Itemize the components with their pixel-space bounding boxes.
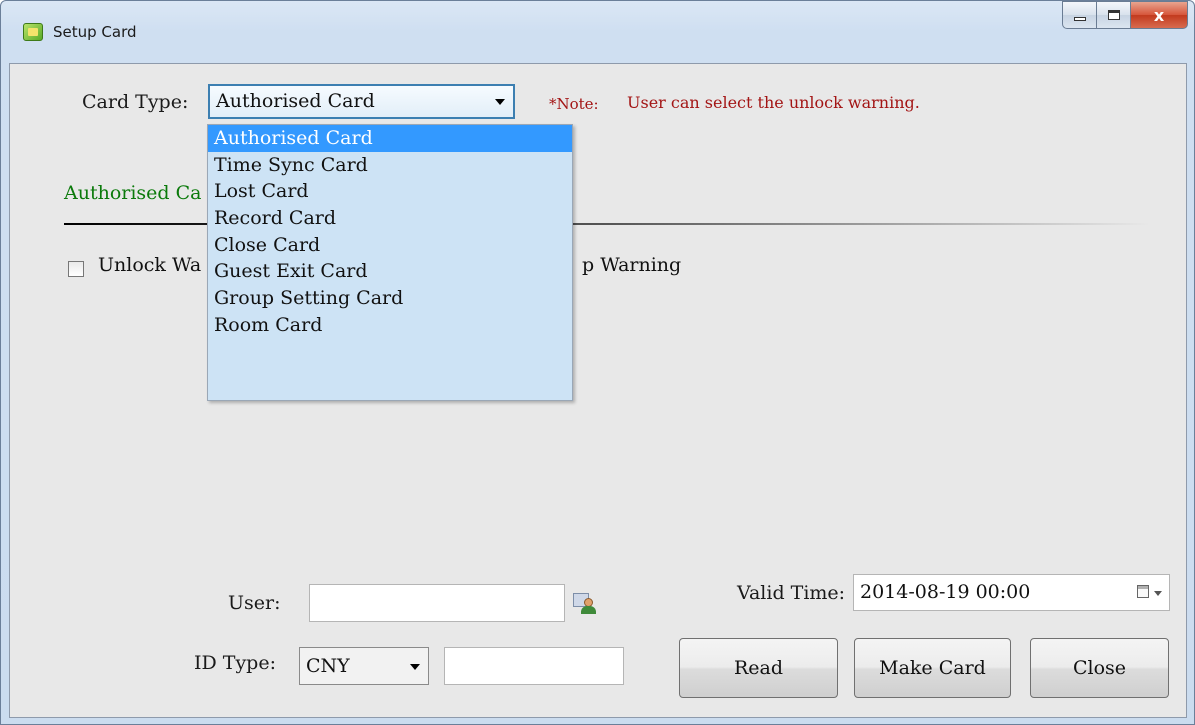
dropdown-option[interactable]: Close Card [208, 232, 572, 259]
minimize-icon [1073, 17, 1086, 21]
user-label: User: [228, 592, 281, 614]
close-button[interactable]: Close [1030, 638, 1169, 698]
valid-time-picker[interactable]: 2014-08-19 00:00 [853, 574, 1170, 611]
close-window-button[interactable]: x [1130, 1, 1188, 29]
note-label: *Note: [549, 95, 599, 113]
chevron-down-icon [410, 664, 420, 670]
id-type-select[interactable]: CNY [299, 647, 429, 685]
chevron-down-icon [495, 99, 505, 105]
card-type-label: Card Type: [82, 91, 189, 113]
section-title: Authorised Ca [64, 182, 202, 204]
maximize-button[interactable] [1096, 1, 1130, 29]
title-bar[interactable]: Setup Card x [1, 1, 1194, 63]
dropdown-option[interactable]: Time Sync Card [208, 152, 572, 179]
card-type-select[interactable]: Authorised Card [208, 84, 515, 119]
chevron-down-icon [1154, 591, 1162, 596]
valid-time-label: Valid Time: [737, 582, 846, 604]
dropdown-option[interactable]: Record Card [208, 205, 572, 232]
make-card-button[interactable]: Make Card [854, 638, 1011, 698]
card-type-selected-value: Authorised Card [216, 90, 375, 112]
dialog-client-area: Card Type: Authorised Card *Note: User c… [9, 63, 1187, 718]
id-number-input[interactable] [444, 647, 624, 685]
unlock-warning-label: Unlock Wa [98, 254, 202, 276]
dropdown-option[interactable]: Room Card [208, 312, 572, 339]
setup-card-window: Setup Card x Card Type: Authorised Card … [0, 0, 1195, 725]
dropdown-option[interactable]: Group Setting Card [208, 285, 572, 312]
maximize-icon [1107, 10, 1120, 20]
dropdown-option[interactable]: Lost Card [208, 178, 572, 205]
close-icon: x [1153, 5, 1165, 25]
unlock-warning-checkbox[interactable] [68, 261, 84, 277]
user-card-icon[interactable] [573, 591, 597, 615]
minimize-button[interactable] [1062, 1, 1096, 29]
card-type-dropdown-list[interactable]: Authorised Card Time Sync Card Lost Card… [207, 124, 573, 401]
dropdown-option[interactable]: Authorised Card [208, 125, 572, 152]
user-input[interactable] [309, 584, 565, 622]
calendar-icon [1137, 585, 1149, 598]
window-controls: x [1062, 1, 1188, 31]
app-icon [23, 23, 43, 41]
dropdown-option[interactable]: Guest Exit Card [208, 258, 572, 285]
id-type-selected-value: CNY [306, 655, 350, 677]
id-type-label: ID Type: [194, 652, 276, 674]
warning-label: p Warning [582, 254, 682, 276]
window-title: Setup Card [53, 23, 137, 41]
valid-time-value: 2014-08-19 00:00 [860, 581, 1031, 603]
read-button[interactable]: Read [679, 638, 838, 698]
note-text: User can select the unlock warning. [627, 93, 920, 112]
